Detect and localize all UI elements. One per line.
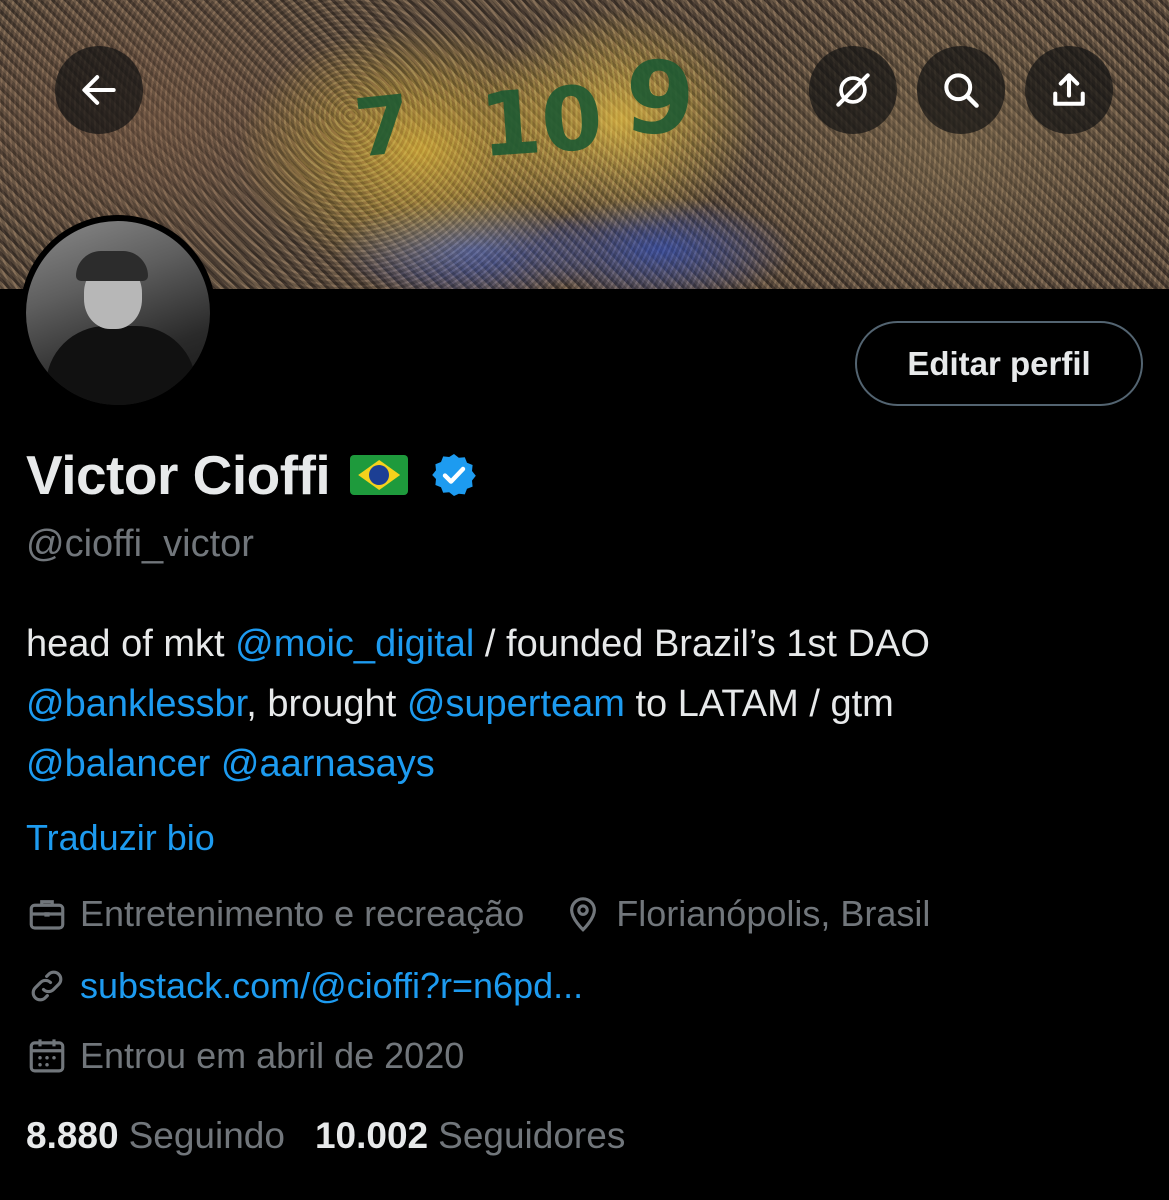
edit-profile-button[interactable]: Editar perfil	[855, 321, 1143, 406]
bio-text: to LATAM / gtm	[624, 683, 894, 725]
banner-jersey-number: 10	[476, 65, 606, 178]
bio-mention-link[interactable]: @balancer	[26, 743, 210, 785]
link-icon	[31, 970, 63, 1002]
user-handle: @cioffi_victor	[26, 523, 254, 565]
profile-meta-row: Entretenimento e recreação Florianópolis…	[26, 893, 930, 935]
category-text: Entretenimento e recreação	[80, 893, 525, 934]
display-name: Victor Cioffi	[26, 444, 331, 506]
share-button[interactable]	[1025, 46, 1113, 134]
bio-text: / founded Brazil’s 1st DAO	[474, 623, 930, 665]
search-icon	[944, 73, 979, 108]
grok-icon	[836, 73, 870, 107]
bio-mention-link[interactable]: @superteam	[407, 683, 625, 725]
website-link[interactable]: substack.com/@cioffi?r=n6pd...	[80, 965, 583, 1007]
bio-mention-link[interactable]: @moic_digital	[235, 623, 474, 665]
profile-bio: head of mkt @moic_digital / founded Braz…	[26, 614, 1146, 794]
bio-mention-link[interactable]: @aarnasays	[221, 743, 435, 785]
briefcase-icon	[29, 900, 65, 930]
bio-text: head of mkt	[26, 623, 236, 665]
location-text: Florianópolis, Brasil	[616, 893, 931, 934]
followers-label: Seguidores	[438, 1115, 626, 1156]
brazil-flag-icon	[350, 455, 409, 495]
name-row: Victor Cioffi	[26, 440, 478, 510]
following-count: 8.880	[26, 1115, 119, 1156]
arrow-left-icon	[82, 75, 116, 105]
profile-meta-row: Entrou em abril de 2020	[26, 1035, 464, 1077]
bio-mention-link[interactable]: @banklessbr	[26, 683, 246, 725]
verified-badge-icon[interactable]	[430, 451, 478, 499]
avatar-cap-shape	[76, 251, 148, 281]
category-item: Entretenimento e recreação	[26, 893, 524, 935]
location-pin-icon	[570, 897, 597, 932]
translate-bio-link[interactable]: Traduzir bio	[26, 817, 215, 859]
calendar-icon	[29, 1039, 65, 1073]
back-button[interactable]	[55, 46, 143, 134]
search-button[interactable]	[917, 46, 1005, 134]
joined-date-text: Entrou em abril de 2020	[80, 1035, 465, 1076]
share-icon	[1053, 73, 1085, 106]
bio-text	[210, 743, 221, 785]
bio-text: , brought	[246, 683, 407, 725]
following-label: Seguindo	[128, 1115, 285, 1156]
following-link[interactable]: 8.880 Seguindo	[26, 1115, 285, 1157]
banner-jersey-number: 9	[621, 38, 698, 159]
followers-count: 10.002	[314, 1115, 429, 1156]
follow-stats: 8.880 Seguindo 10.002 Seguidores	[26, 1115, 625, 1157]
avatar-photo	[26, 221, 210, 405]
followers-link[interactable]: 10.002 Seguidores	[315, 1115, 625, 1157]
grok-button[interactable]	[809, 46, 897, 134]
location-item: Florianópolis, Brasil	[562, 893, 930, 935]
profile-meta-row: substack.com/@cioffi?r=n6pd...	[26, 965, 583, 1007]
avatar[interactable]	[20, 215, 216, 411]
avatar-body-shape	[46, 326, 196, 405]
banner-jersey-number: 7	[350, 77, 416, 176]
